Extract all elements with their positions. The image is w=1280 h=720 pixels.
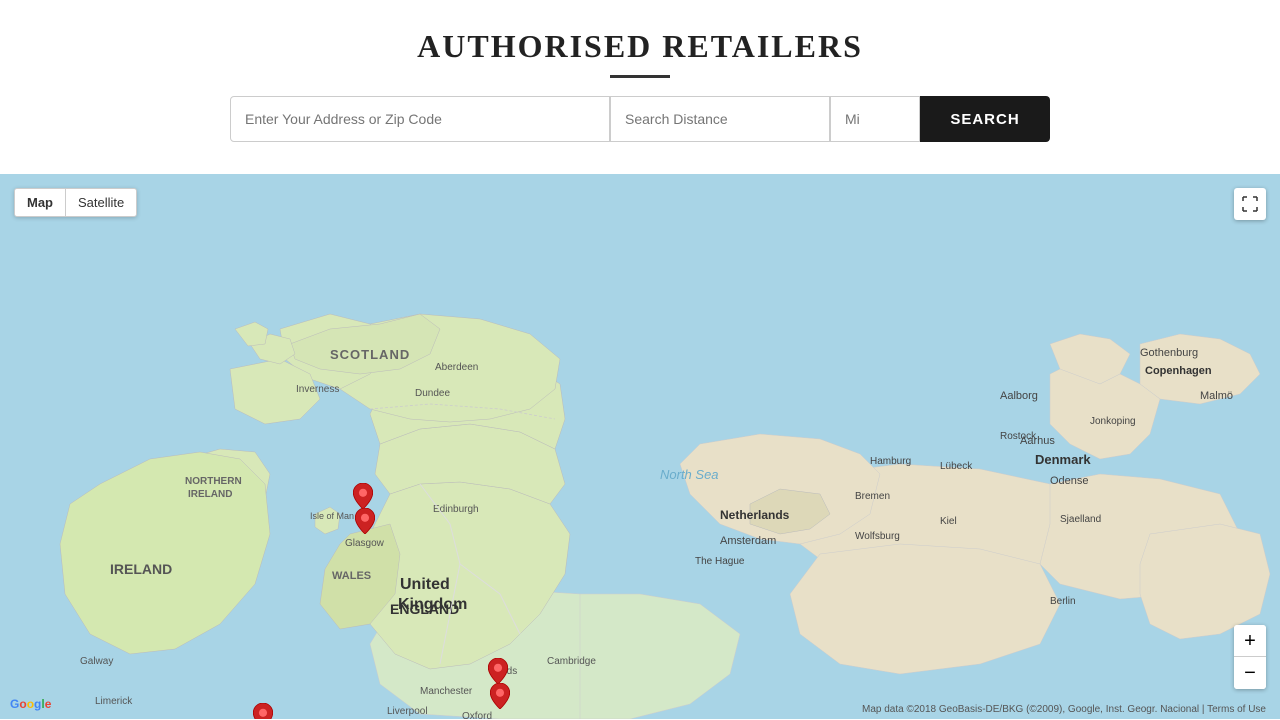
- svg-text:Jonkoping: Jonkoping: [1090, 416, 1136, 427]
- zoom-out-button[interactable]: −: [1234, 657, 1266, 689]
- map-marker[interactable]: [488, 658, 508, 684]
- svg-text:Bremen: Bremen: [855, 491, 890, 502]
- map-marker[interactable]: [253, 703, 273, 719]
- svg-text:The Hague: The Hague: [695, 556, 745, 567]
- fullscreen-button[interactable]: [1234, 188, 1266, 220]
- svg-text:Dundee: Dundee: [415, 388, 450, 399]
- satellite-tab[interactable]: Satellite: [66, 189, 136, 216]
- svg-text:Manchester: Manchester: [420, 686, 473, 697]
- svg-text:Inverness: Inverness: [296, 384, 339, 395]
- fullscreen-icon: [1242, 196, 1258, 212]
- svg-text:Rostock: Rostock: [1000, 431, 1037, 442]
- svg-text:Odense: Odense: [1050, 475, 1089, 487]
- map-marker[interactable]: [353, 483, 373, 509]
- svg-text:Oxford: Oxford: [462, 711, 492, 719]
- zoom-controls: + −: [1234, 625, 1266, 689]
- svg-text:Glasgow: Glasgow: [345, 538, 385, 549]
- svg-text:North Sea: North Sea: [660, 467, 719, 482]
- svg-text:Sjaelland: Sjaelland: [1060, 514, 1101, 525]
- svg-text:Kingdom: Kingdom: [398, 596, 467, 613]
- svg-text:IRELAND: IRELAND: [110, 561, 172, 577]
- google-logo: Google: [10, 697, 51, 711]
- svg-text:Berlin: Berlin: [1050, 596, 1076, 607]
- svg-text:Netherlands: Netherlands: [720, 508, 790, 522]
- search-button[interactable]: SEARCH: [920, 96, 1050, 142]
- search-bar: SEARCH: [0, 96, 1280, 158]
- svg-text:Edinburgh: Edinburgh: [433, 504, 479, 515]
- page-header: AUTHORISED RETAILERS SEARCH: [0, 0, 1280, 174]
- svg-text:Aalborg: Aalborg: [1000, 390, 1038, 402]
- zoom-in-button[interactable]: +: [1234, 625, 1266, 657]
- map-controls: Map Satellite: [14, 188, 137, 217]
- svg-text:SCOTLAND: SCOTLAND: [330, 347, 410, 362]
- map-tab[interactable]: Map: [15, 189, 66, 216]
- svg-text:Copenhagen: Copenhagen: [1145, 365, 1212, 377]
- svg-text:United: United: [400, 576, 450, 593]
- svg-text:Wolfsburg: Wolfsburg: [855, 531, 900, 542]
- svg-text:Isle of Man: Isle of Man: [310, 511, 354, 521]
- map-marker[interactable]: [490, 683, 510, 709]
- svg-text:Denmark: Denmark: [1035, 452, 1091, 467]
- svg-text:Galway: Galway: [80, 656, 113, 667]
- svg-text:Malmö: Malmö: [1200, 390, 1233, 402]
- address-input[interactable]: [230, 96, 610, 142]
- svg-text:Aberdeen: Aberdeen: [435, 362, 478, 373]
- svg-text:Cambridge: Cambridge: [547, 656, 596, 667]
- svg-text:Kiel: Kiel: [940, 516, 957, 527]
- map-background: Gothenburg Jonkoping Aalborg Aarhus Oden…: [0, 174, 1280, 719]
- svg-text:NORTHERN: NORTHERN: [185, 476, 242, 487]
- unit-input[interactable]: [830, 96, 920, 142]
- page-wrapper: AUTHORISED RETAILERS SEARCH: [0, 0, 1280, 719]
- svg-text:Amsterdam: Amsterdam: [720, 535, 776, 547]
- svg-text:IRELAND: IRELAND: [188, 489, 232, 500]
- svg-text:Liverpool: Liverpool: [387, 706, 428, 717]
- distance-input[interactable]: [610, 96, 830, 142]
- map-marker[interactable]: [355, 508, 375, 534]
- svg-text:Lübeck: Lübeck: [940, 461, 973, 472]
- map-footer: Map data ©2018 GeoBasis-DE/BKG (©2009), …: [862, 704, 1266, 715]
- title-divider: [610, 75, 670, 78]
- svg-text:Limerick: Limerick: [95, 696, 133, 707]
- map-container[interactable]: Gothenburg Jonkoping Aalborg Aarhus Oden…: [0, 174, 1280, 719]
- svg-text:Gothenburg: Gothenburg: [1140, 347, 1198, 359]
- svg-text:WALES: WALES: [332, 570, 371, 582]
- svg-text:Hamburg: Hamburg: [870, 456, 911, 467]
- page-title: AUTHORISED RETAILERS: [0, 28, 1280, 65]
